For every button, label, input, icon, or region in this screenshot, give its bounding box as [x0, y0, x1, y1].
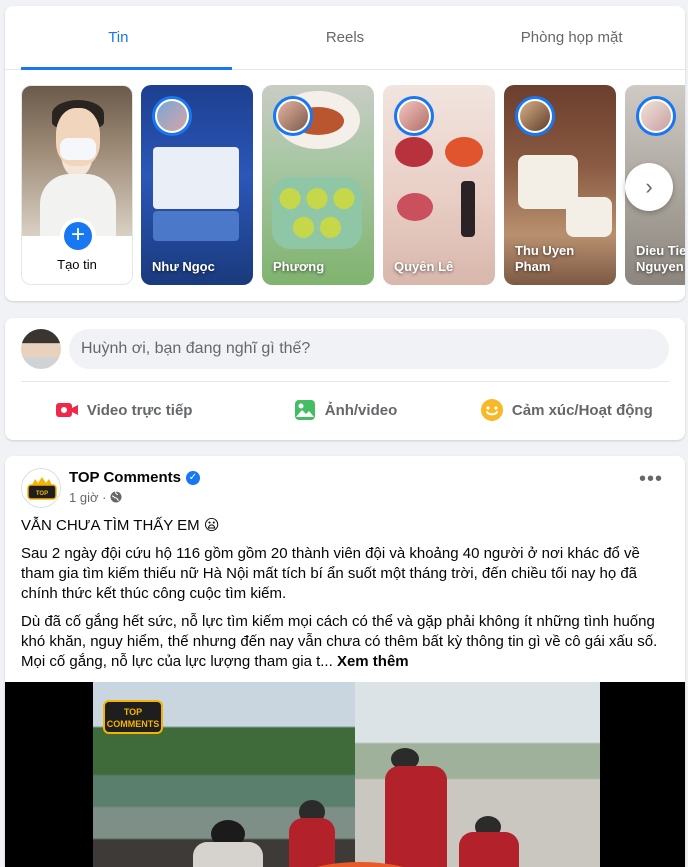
live-video-label: Video trực tiếp — [86, 401, 193, 419]
story-name: Phương — [273, 259, 325, 274]
avatar[interactable] — [21, 329, 61, 369]
post-image-left: TOP COMMENTS — [93, 682, 355, 867]
post-composer: Huỳnh ơi, bạn đang nghĩ gì thế? Video tr… — [5, 318, 685, 440]
see-more-link[interactable]: Xem thêm — [337, 653, 409, 670]
chevron-right-icon[interactable]: › — [625, 163, 673, 211]
stories-row: + Tạo tin Như Ngọc Phương Quyên Lê Thu U… — [21, 85, 685, 285]
photo-icon — [293, 398, 317, 422]
create-story-label: Tạo tin — [57, 257, 97, 272]
story-avatar — [515, 96, 555, 136]
more-options-icon[interactable]: ••• — [633, 469, 669, 496]
story-card[interactable]: Phương — [262, 85, 374, 285]
post-author[interactable]: TOP Comments ✓ — [69, 469, 200, 486]
tab-phong-hop-mat[interactable]: Phòng họp mặt — [458, 6, 685, 69]
globe-icon — [110, 490, 122, 505]
top-comments-logo: TOP COMMENTS — [103, 700, 163, 734]
story-card[interactable]: Thu Uyen Pham — [504, 85, 616, 285]
story-name: Thu Uyen Pham — [515, 243, 575, 274]
post-image[interactable]: TOP COMMENTS — [5, 682, 685, 867]
post-paragraph: Dù đã cố gắng hết sức, nỗ lực tìm kiếm m… — [21, 612, 669, 672]
post-author-name[interactable]: TOP Comments — [69, 469, 181, 486]
story-avatar — [394, 96, 434, 136]
divider — [21, 381, 669, 382]
stories-tabs: Tin Reels Phòng họp mặt — [5, 6, 685, 70]
composer-actions: Video trực tiếp Ảnh/video Cảm xúc/Hoạt đ… — [13, 390, 677, 430]
post-time[interactable]: 1 giờ — [69, 490, 99, 505]
dot-separator: · — [102, 490, 111, 505]
create-story-card[interactable]: + Tạo tin — [21, 85, 133, 285]
post-headline: VẪN CHƯA TÌM THẤY EM 😦 — [21, 517, 220, 534]
create-story-photo — [22, 86, 132, 236]
svg-text:TOP: TOP — [36, 491, 48, 497]
tab-reels[interactable]: Reels — [232, 6, 459, 69]
photo-video-label: Ảnh/video — [324, 401, 398, 419]
page-avatar[interactable]: TOP — [21, 468, 61, 508]
composer-input[interactable]: Huỳnh ơi, bạn đang nghĩ gì thế? — [69, 329, 669, 369]
live-video-icon — [55, 398, 79, 422]
feed-post: TOP TOP Comments ✓ 1 giờ · ••• VẪN CHƯA … — [5, 456, 685, 867]
story-avatar — [152, 96, 192, 136]
stories-card: Tin Reels Phòng họp mặt + Tạo tin Như Ng… — [5, 6, 685, 301]
story-avatar — [273, 96, 313, 136]
post-meta: 1 giờ · — [69, 490, 122, 505]
story-name: Dieu Tien Nguyen — [636, 243, 685, 274]
plus-icon[interactable]: + — [60, 218, 96, 254]
verified-icon: ✓ — [185, 470, 200, 485]
post-paragraph: Sau 2 ngày đội cứu hộ 116 gồm gồm 20 thà… — [21, 545, 640, 602]
feeling-icon — [480, 398, 504, 422]
logo-text: TOP COMMENTS — [106, 707, 160, 729]
story-name: Như Ngọc — [152, 259, 215, 274]
post-image-right — [295, 682, 600, 867]
story-avatar — [636, 96, 676, 136]
story-card[interactable]: Quyên Lê — [383, 85, 495, 285]
tab-tin[interactable]: Tin — [5, 6, 232, 70]
live-video-button[interactable]: Video trực tiếp — [13, 390, 234, 430]
feeling-activity-label: Cảm xúc/Hoạt động — [511, 401, 653, 419]
feeling-activity-button[interactable]: Cảm xúc/Hoạt động — [456, 390, 677, 430]
story-name: Quyên Lê — [394, 259, 454, 274]
post-body: VẪN CHƯA TÌM THẤY EM 😦 Sau 2 ngày đội cứ… — [21, 516, 669, 680]
photo-video-button[interactable]: Ảnh/video — [234, 390, 455, 430]
story-card[interactable]: Như Ngọc — [141, 85, 253, 285]
